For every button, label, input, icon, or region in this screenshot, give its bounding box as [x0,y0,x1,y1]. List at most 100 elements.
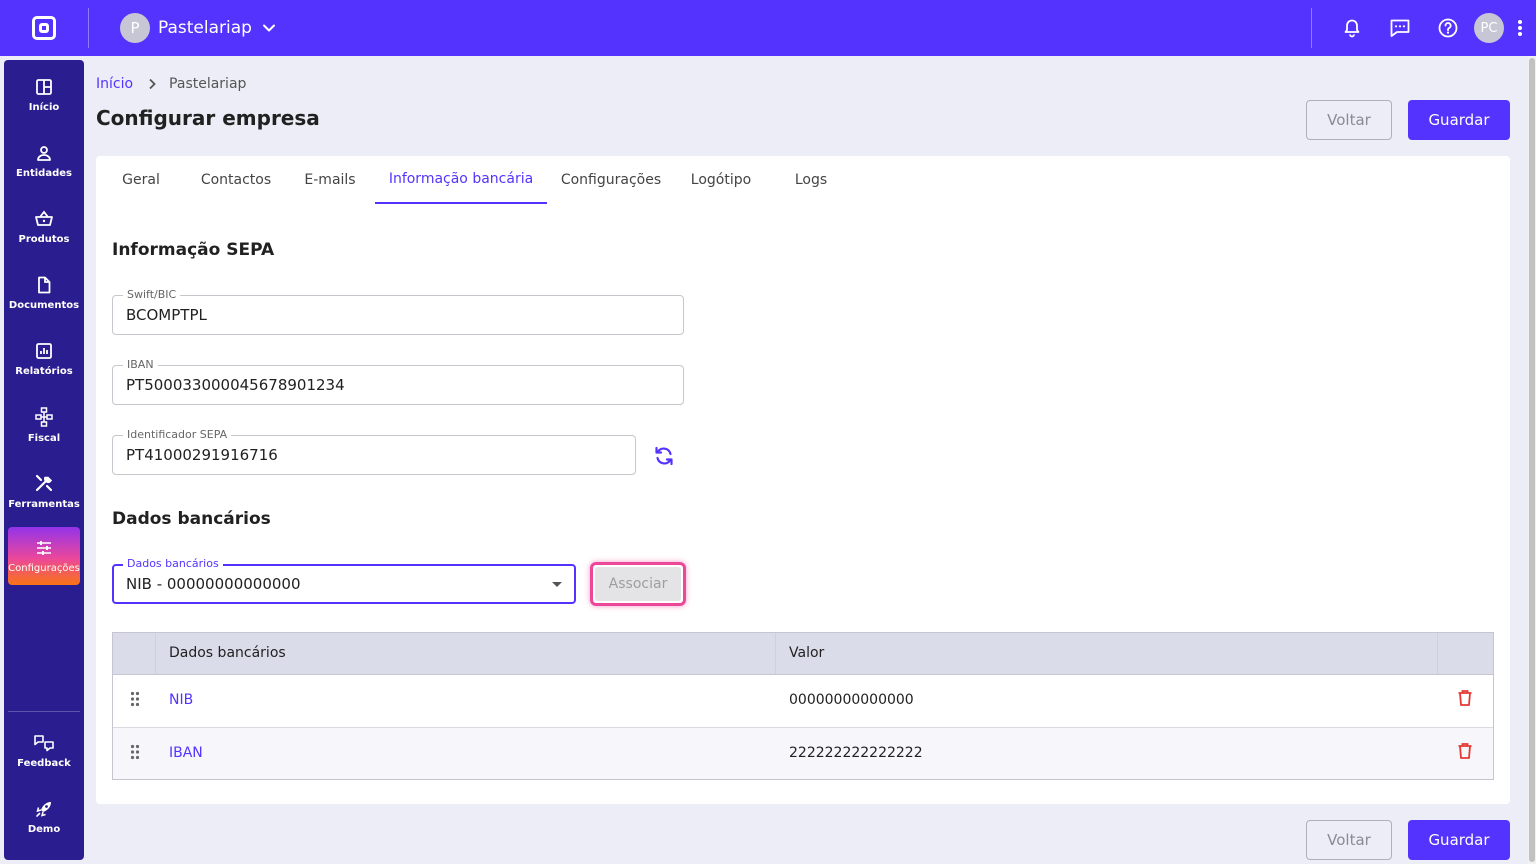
bank-data-name-link[interactable]: NIB [169,692,193,708]
dropdown-arrow-icon [552,582,562,587]
save-button-top[interactable]: Guardar [1408,100,1510,140]
sidebar-item-inicio[interactable]: Início [8,66,80,124]
sidebar-item-label: Início [28,101,60,113]
tools-icon [35,474,53,491]
sidebar-item-label: Configurações [8,562,80,574]
settings-card: Geral Contactos E-mails Informação bancá… [96,156,1510,804]
sidebar: Início Entidades Produtos Documentos Rel… [4,60,84,860]
bell-icon [1344,19,1360,38]
sidebar-item-feedback[interactable]: Feedback [8,722,80,780]
sepa-identifier-label: Identificador SEPA [123,428,232,442]
more-menu-button[interactable] [1504,0,1536,56]
bank-data-select[interactable]: Dados bancários NIB - 00000000000000 [112,557,576,604]
refresh-icon [655,446,673,466]
chevron-right-icon [149,78,156,90]
logo-icon [32,16,56,40]
bank-data-select-label: Dados bancários [123,557,223,571]
notifications-button[interactable] [1328,0,1376,56]
document-icon [38,276,51,293]
tab-informacao-bancaria[interactable]: Informação bancária [375,156,547,204]
bank-data-value: 222222222222222 [789,745,923,761]
tab-bar: Geral Contactos E-mails Informação bancá… [96,156,1510,204]
chevron-down-icon [262,24,275,32]
sidebar-item-entidades[interactable]: Entidades [8,132,80,190]
top-divider [88,8,89,48]
tab-geral[interactable]: Geral [112,156,170,204]
app-logo[interactable] [0,0,88,56]
sidebar-item-documentos[interactable]: Documentos [8,264,80,322]
sidebar-item-label: Entidades [16,167,72,179]
sepa-identifier-field[interactable]: Identificador SEPA PT41000291916716 [112,428,636,475]
bank-section-title: Dados bancários [112,509,271,529]
swift-bic-value: BCOMPTPL [126,306,207,324]
swift-bic-field[interactable]: Swift/BIC BCOMPTPL [112,288,684,335]
drag-handle-icon[interactable] [130,691,140,711]
delete-button[interactable] [1457,689,1473,711]
person-icon [37,145,51,161]
tab-configuracoes[interactable]: Configurações [555,156,667,204]
associate-button[interactable]: Associar [595,567,681,601]
trash-icon [1458,743,1472,759]
save-button-bottom[interactable]: Guardar [1408,820,1510,860]
column-header-bank-data: Dados bancários [169,645,286,661]
trash-icon [1458,690,1472,706]
sidebar-item-configuracoes[interactable]: Configurações [8,527,80,585]
bank-data-name-link[interactable]: IBAN [169,745,203,761]
delete-button[interactable] [1457,742,1473,764]
dashboard-icon [36,78,52,95]
iban-value: PT500033000045678901234 [126,376,345,394]
top-right-divider [1311,8,1312,48]
rocket-icon [36,801,51,817]
basket-icon [35,210,53,226]
back-button-top[interactable]: Voltar [1306,100,1392,140]
page-scrollbar-thumb[interactable] [1529,58,1535,862]
sidebar-divider [8,711,80,712]
column-separator [155,633,156,674]
sidebar-item-demo[interactable]: Demo [8,788,80,846]
sidebar-item-label: Demo [27,823,61,835]
sliders-icon [37,540,51,555]
bank-data-value: 00000000000000 [789,692,914,708]
sidebar-item-ferramentas[interactable]: Ferramentas [8,462,80,520]
sidebar-item-label: Relatórios [15,365,73,377]
column-separator [1437,633,1438,674]
hierarchy-icon [35,406,53,427]
iban-field[interactable]: IBAN PT500033000045678901234 [112,358,684,405]
tab-logs[interactable]: Logs [786,156,836,204]
breadcrumb: Início Pastelariap [96,74,246,94]
feedback-icon [34,734,54,751]
sidebar-item-label: Ferramentas [8,498,80,510]
swift-bic-label: Swift/BIC [123,288,181,302]
tab-logotipo[interactable]: Logótipo [684,156,758,204]
company-switcher[interactable]: P Pastelariap [120,13,276,43]
tab-contactos[interactable]: Contactos [190,156,282,204]
company-name: Pastelariap [158,18,252,38]
column-separator [775,633,776,674]
sidebar-item-relatorios[interactable]: Relatórios [8,330,80,388]
sepa-section-title: Informação SEPA [112,240,275,260]
table-row: NIB 00000000000000 [113,675,1493,727]
drag-handle-icon[interactable] [130,744,140,764]
sidebar-item-fiscal[interactable]: Fiscal [8,396,80,454]
help-button[interactable] [1424,0,1472,56]
iban-label: IBAN [123,358,158,372]
back-button-bottom[interactable]: Voltar [1306,820,1392,860]
company-avatar: P [120,13,150,43]
sepa-identifier-value: PT41000291916716 [126,446,278,464]
breadcrumb-current: Pastelariap [169,76,247,92]
chart-icon [36,342,52,359]
regenerate-identifier-button[interactable] [650,442,678,470]
page-title: Configurar empresa [96,106,320,130]
more-vertical-icon [1518,20,1522,36]
messages-button[interactable] [1376,0,1424,56]
column-header-value: Valor [789,645,825,661]
user-avatar[interactable]: PC [1474,13,1504,43]
sidebar-item-produtos[interactable]: Produtos [8,198,80,256]
bank-data-table: Dados bancários Valor NIB 00000000000000… [112,632,1494,780]
tab-emails[interactable]: E-mails [296,156,364,204]
table-row: IBAN 222222222222222 [113,727,1493,779]
table-header: Dados bancários Valor [113,633,1493,675]
breadcrumb-home-link[interactable]: Início [96,76,133,92]
sidebar-item-label: Fiscal [27,432,61,444]
sidebar-item-label: Feedback [17,757,71,769]
